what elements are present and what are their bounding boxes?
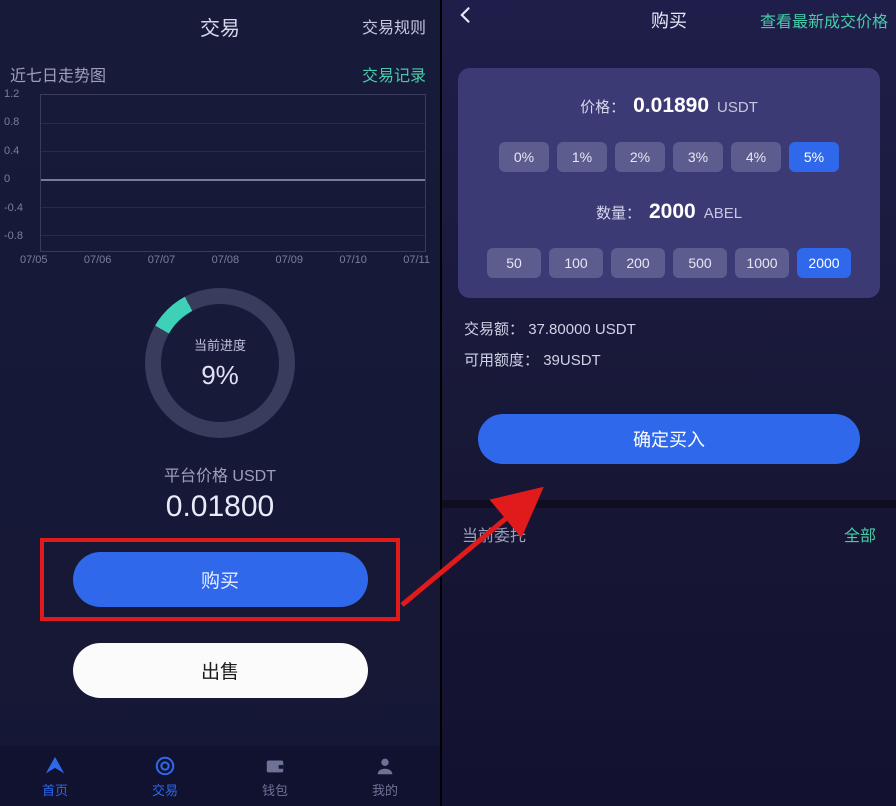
percent-chips: 0% 1% 2% 3% 4% 5% [472, 142, 866, 172]
section-divider [442, 500, 896, 508]
nav-profile[interactable]: 我的 [330, 746, 440, 806]
trade-rules-link[interactable]: 交易规则 [362, 14, 426, 38]
wallet-icon [263, 754, 287, 778]
nav-wallet[interactable]: 钱包 [220, 746, 330, 806]
back-icon[interactable] [456, 4, 476, 32]
progress-label: 当前进度 [194, 335, 246, 354]
chart-title: 近七日走势图 [10, 62, 106, 86]
qty-chip[interactable]: 200 [611, 248, 665, 278]
header-title: 交易 [200, 12, 240, 41]
progress-donut: 当前进度 9% [145, 288, 295, 438]
qty-chip[interactable]: 1000 [735, 248, 789, 278]
chart-series-line [41, 179, 425, 181]
percent-chip[interactable]: 1% [557, 142, 607, 172]
percent-chip[interactable]: 3% [673, 142, 723, 172]
bottom-nav: 首页 交易 钱包 我的 [0, 746, 440, 806]
latest-price-link[interactable]: 查看最新成交价格 [760, 8, 888, 32]
annotation-highlight: 购买 [40, 538, 400, 621]
amount-row: 交易额： 37.80000 USDT [442, 318, 896, 339]
chart-plot [40, 94, 426, 252]
chart-y-axis: 1.2 0.8 0.4 0 -0.4 -0.8 [4, 94, 36, 252]
qty-chips: 50 100 200 500 1000 2000 [472, 248, 866, 278]
sell-button[interactable]: 出售 [73, 643, 368, 698]
available-value: 39USDT [543, 352, 601, 369]
buy-card: 价格： 0.01890 USDT 0% 1% 2% 3% 4% 5% 数量： 2000 A… [458, 68, 880, 298]
trade-icon [153, 754, 177, 778]
progress-wrap: 当前进度 9% 平台价格 USDT 0.01800 [0, 288, 440, 524]
qty-chip[interactable]: 500 [673, 248, 727, 278]
buy-screen: 购买 查看最新成交价格 价格： 0.01890 USDT 0% 1% 2% 3% 4% 5… [440, 0, 896, 806]
profile-icon [373, 754, 397, 778]
qty-value: 2000 [649, 200, 696, 224]
platform-price-value: 0.01800 [166, 490, 274, 524]
orders-all-link[interactable]: 全部 [844, 522, 876, 546]
buy-button[interactable]: 购买 [73, 552, 368, 607]
trade-screen: 交易 交易规则 近七日走势图 交易记录 1.2 0.8 0.4 0 -0.4 -… [0, 0, 440, 806]
price-value: 0.01890 [633, 94, 709, 118]
chart-x-axis: 07/05 07/06 07/07 07/08 07/09 07/10 07/1… [20, 254, 430, 272]
percent-chip[interactable]: 0% [499, 142, 549, 172]
platform-price-label: 平台价格 USDT [164, 462, 276, 486]
available-row: 可用额度： 39USDT [442, 349, 896, 370]
amount-value: 37.80000 USDT [528, 321, 636, 338]
chart-header: 近七日走势图 交易记录 [0, 52, 440, 92]
header: 交易 交易规则 [0, 0, 440, 52]
chart-area: 1.2 0.8 0.4 0 -0.4 -0.8 07/05 07/06 07/0… [0, 92, 440, 272]
qty-chip[interactable]: 100 [549, 248, 603, 278]
nav-home[interactable]: 首页 [0, 746, 110, 806]
buy-header: 购买 查看最新成交价格 [442, 0, 896, 40]
orders-header: 当前委托 全部 [442, 508, 896, 546]
qty-chip[interactable]: 2000 [797, 248, 851, 278]
home-icon [43, 754, 67, 778]
buy-header-title: 购买 [651, 7, 687, 33]
qty-chip[interactable]: 50 [487, 248, 541, 278]
confirm-buy-button[interactable]: 确定买入 [478, 414, 860, 464]
percent-chip[interactable]: 5% [789, 142, 839, 172]
percent-chip[interactable]: 4% [731, 142, 781, 172]
trade-history-link[interactable]: 交易记录 [362, 62, 426, 86]
orders-title: 当前委托 [462, 522, 526, 546]
price-row: 价格： 0.01890 USDT [472, 94, 866, 118]
progress-value: 9% [201, 360, 239, 391]
qty-row: 数量： 2000 ABEL [472, 200, 866, 224]
nav-trade[interactable]: 交易 [110, 746, 220, 806]
percent-chip[interactable]: 2% [615, 142, 665, 172]
